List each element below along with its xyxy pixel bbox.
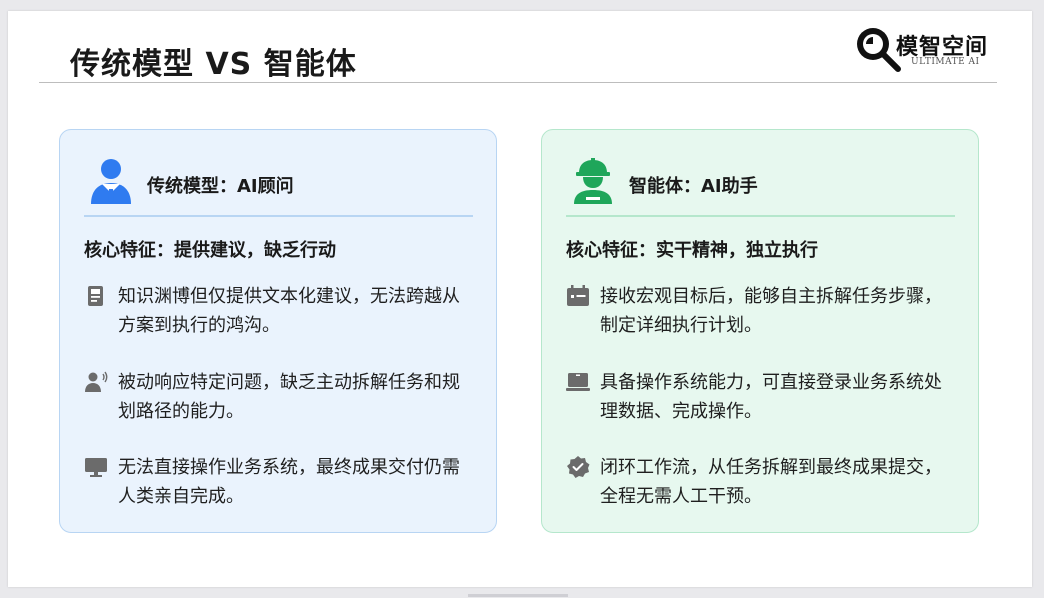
- scrollbar-indicator: [468, 594, 568, 597]
- worker-helmet-icon: [574, 158, 612, 204]
- monitor-icon: [85, 458, 107, 477]
- advisor-person-icon: [91, 159, 131, 204]
- list-item-text: 闭环工作流，从任务拆解到最终成果提交，全程无需人工干预。: [600, 457, 942, 507]
- list-item-text: 无法直接操作业务系统，最终成果交付仍需人类亲自完成。: [118, 457, 460, 507]
- traditional-model-card: 传统模型：AI顾问 核心特征：提供建议，缺乏行动 知识渊博但仅提供文本化建议，无…: [59, 129, 497, 533]
- laptop-icon: [566, 373, 590, 391]
- card-divider: [566, 215, 955, 217]
- card-subtitle: 核心特征：提供建议，缺乏行动: [84, 240, 336, 261]
- slide: 传统模型 VS 智能体 模智空间 ULTIMATE AI 传统模型：AI顾问 核…: [8, 11, 1032, 587]
- brand-logo: 模智空间 ULTIMATE AI: [854, 25, 1004, 73]
- list-item-text: 知识渊博但仅提供文本化建议，无法跨越从方案到执行的鸿沟。: [118, 286, 460, 336]
- card-divider: [84, 215, 473, 217]
- list-item-text: 具备操作系统能力，可直接登录业务系统处理数据、完成操作。: [600, 372, 942, 422]
- list-item-text: 被动响应特定问题，缺乏主动拆解任务和规划路径的能力。: [118, 372, 460, 422]
- person-speaking-icon: [85, 371, 108, 392]
- list-item-text: 接收宏观目标后，能够自主拆解任务步骤，制定详细执行计划。: [600, 286, 942, 336]
- magnifier-logo-icon: [857, 28, 901, 72]
- header-divider: [39, 82, 997, 83]
- page-title: 传统模型 VS 智能体: [70, 47, 357, 82]
- card-title: 传统模型：AI顾问: [147, 176, 294, 197]
- verified-badge-icon: [567, 456, 590, 478]
- card-subtitle: 核心特征：实干精神，独立执行: [566, 240, 818, 261]
- card-title: 智能体：AI助手: [629, 176, 758, 197]
- logo-subtitle: ULTIMATE AI: [911, 57, 980, 67]
- agent-card: 智能体：AI助手 核心特征：实干精神，独立执行 接收宏观目标后，能够自主拆解任务…: [541, 129, 979, 533]
- document-icon: [88, 286, 103, 306]
- calendar-icon: [567, 285, 589, 306]
